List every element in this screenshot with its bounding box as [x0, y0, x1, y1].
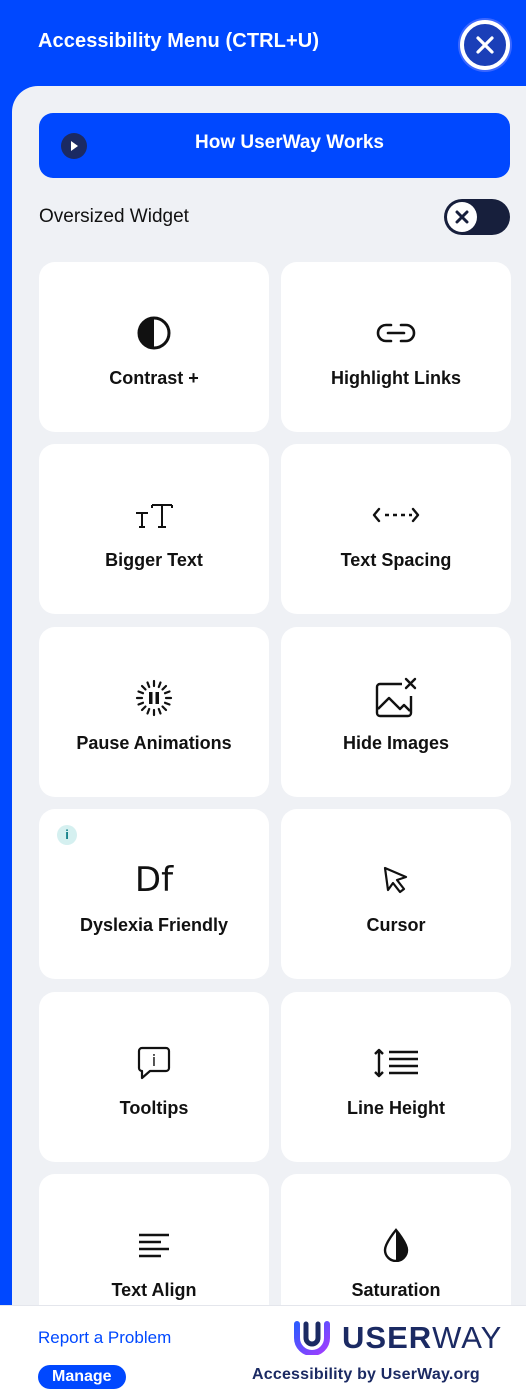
saturation-card[interactable]: Saturation [281, 1174, 511, 1305]
logo-wordmark: USERWAY [342, 1320, 503, 1355]
card-label: Saturation [351, 1280, 441, 1300]
close-icon [476, 36, 494, 54]
oversized-widget-label: Oversized Widget [39, 206, 189, 227]
card-label: Cursor [366, 915, 426, 935]
card-label: Tooltips [119, 1098, 189, 1118]
cursor-icon [281, 859, 511, 901]
tooltip-icon: i [39, 1042, 269, 1084]
card-label: Highlight Links [331, 368, 461, 388]
userway-logo[interactable]: USERWAY [292, 1320, 502, 1356]
userway-logo-icon [294, 1321, 330, 1355]
line-height-icon [281, 1042, 511, 1084]
pause-animations-card[interactable]: Pause Animations [39, 627, 269, 797]
oversized-widget-toggle[interactable] [444, 199, 510, 235]
dyslexia-glyph: Df [134, 860, 174, 900]
contrast-icon [39, 312, 269, 354]
cursor-card[interactable]: Cursor [281, 809, 511, 979]
byline: Accessibility by UserWay.org [252, 1366, 480, 1383]
text-spacing-icon [281, 494, 511, 536]
card-label: Pause Animations [76, 733, 232, 753]
hide-images-card[interactable]: Hide Images [281, 627, 511, 797]
menu-title: Accessibility Menu (CTRL+U) [38, 30, 320, 52]
bigger-text-card[interactable]: Bigger Text [39, 444, 269, 614]
text-align-card[interactable]: Text Align [39, 1174, 269, 1305]
close-button[interactable] [460, 20, 510, 70]
tooltips-card[interactable]: i Tooltips [39, 992, 269, 1162]
report-problem-link[interactable]: Report a Problem [38, 1328, 171, 1348]
text-align-icon [39, 1224, 269, 1266]
how-userway-works-button[interactable]: How UserWay Works [39, 113, 510, 178]
hide-images-icon [281, 677, 511, 719]
tooltip-glyph: i [152, 1051, 156, 1070]
header: Accessibility Menu (CTRL+U) [0, 0, 526, 100]
footer: Report a Problem Manage USERWAY Accessib… [0, 1305, 526, 1391]
card-label: Dyslexia Friendly [79, 915, 229, 935]
card-label: Hide Images [342, 733, 450, 753]
dyslexia-friendly-card[interactable]: i Df Dyslexia Friendly [39, 809, 269, 979]
info-icon[interactable]: i [57, 825, 77, 845]
how-userway-works-label: How UserWay Works [195, 132, 384, 153]
dyslexia-icon: Df [39, 859, 269, 901]
highlight-links-card[interactable]: Highlight Links [281, 262, 511, 432]
card-label: Line Height [347, 1098, 445, 1118]
card-label: Contrast + [109, 368, 199, 388]
link-icon [281, 312, 511, 354]
menu-panel: How UserWay Works Oversized Widget Contr… [12, 86, 526, 1305]
contrast-card[interactable]: Contrast + [39, 262, 269, 432]
saturation-icon [281, 1224, 511, 1266]
card-label: Text Spacing [340, 550, 452, 570]
text-spacing-card[interactable]: Text Spacing [281, 444, 511, 614]
toggle-off-icon [447, 202, 477, 232]
pause-animations-icon [39, 677, 269, 719]
card-label: Bigger Text [105, 550, 203, 570]
line-height-card[interactable]: Line Height [281, 992, 511, 1162]
text-size-icon [39, 494, 269, 536]
card-label: Text Align [111, 1280, 197, 1300]
manage-button[interactable]: Manage [38, 1365, 126, 1389]
